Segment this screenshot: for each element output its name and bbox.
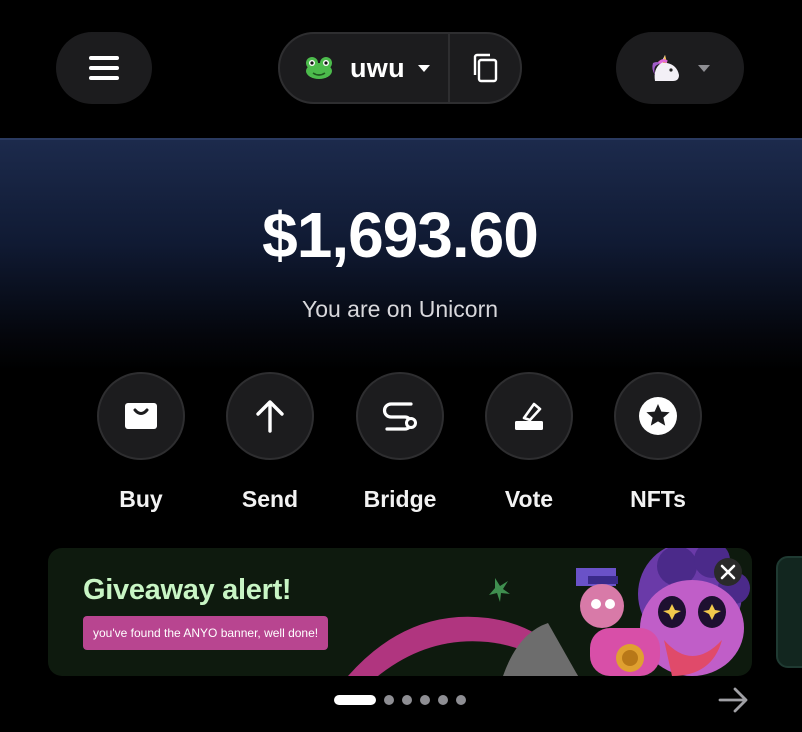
next-banner-preview[interactable]: [776, 556, 802, 668]
menu-button[interactable]: [56, 32, 152, 104]
network-status-text: You are on Unicorn: [301, 296, 499, 322]
bridge-action[interactable]: Bridge: [345, 372, 455, 513]
close-icon: [720, 564, 736, 580]
vote-button[interactable]: [485, 372, 573, 460]
shopping-bag-icon: [125, 403, 157, 429]
caret-down-icon: [698, 64, 710, 72]
ballot-box-icon: [515, 402, 543, 430]
carousel-dot[interactable]: [438, 695, 448, 705]
nfts-action[interactable]: NFTs: [603, 372, 713, 513]
wallet-switch-button[interactable]: uwu: [280, 34, 448, 102]
bridge-icon: [382, 402, 417, 431]
vote-label: Vote: [504, 486, 554, 512]
nfts-button[interactable]: [614, 372, 702, 460]
buy-label: Buy: [119, 486, 163, 512]
carousel-dot[interactable]: [334, 695, 376, 705]
send-button[interactable]: [226, 372, 314, 460]
hamburger-icon: [89, 56, 119, 80]
send-label: Send: [241, 486, 299, 512]
unicorn-icon: [652, 55, 679, 81]
carousel-dot[interactable]: [456, 695, 466, 705]
send-action[interactable]: Send: [215, 372, 325, 513]
copy-address-button[interactable]: [450, 34, 520, 102]
promo-banner[interactable]: Giveaway alert! you've found the ANYO ba…: [48, 548, 752, 676]
arrow-right-icon[interactable]: [718, 686, 750, 714]
carousel-dot[interactable]: [420, 695, 430, 705]
buy-button[interactable]: [97, 372, 185, 460]
wallet-name: uwu: [350, 52, 405, 83]
caret-down-icon: [417, 64, 431, 73]
bridge-button[interactable]: [356, 372, 444, 460]
carousel-dot[interactable]: [402, 695, 412, 705]
nfts-label: NFTs: [630, 486, 686, 512]
carousel-pagination: [334, 695, 466, 705]
top-bar: uwu: [0, 0, 802, 138]
quick-actions: Buy Send Bridge Vote NFTs: [0, 372, 802, 522]
star-badge-icon: [639, 397, 677, 435]
banner-subtitle: you've found the ANYO banner, well done!: [83, 616, 329, 650]
banner-close-button[interactable]: [714, 558, 742, 586]
bridge-label: Bridge: [363, 486, 437, 512]
balance-hero: $1,693.60 You are on Unicorn: [0, 138, 802, 370]
frog-icon: [306, 57, 332, 79]
banner-title: Giveaway alert!: [83, 574, 292, 606]
copy-icon: [473, 53, 498, 83]
carousel-dot[interactable]: [384, 695, 394, 705]
arrow-up-icon: [256, 400, 284, 433]
buy-action[interactable]: Buy: [86, 372, 196, 513]
wallet-selector: uwu: [278, 32, 522, 104]
total-balance: $1,693.60: [262, 199, 539, 271]
network-selector[interactable]: [616, 32, 744, 104]
vote-action[interactable]: Vote: [474, 372, 584, 513]
